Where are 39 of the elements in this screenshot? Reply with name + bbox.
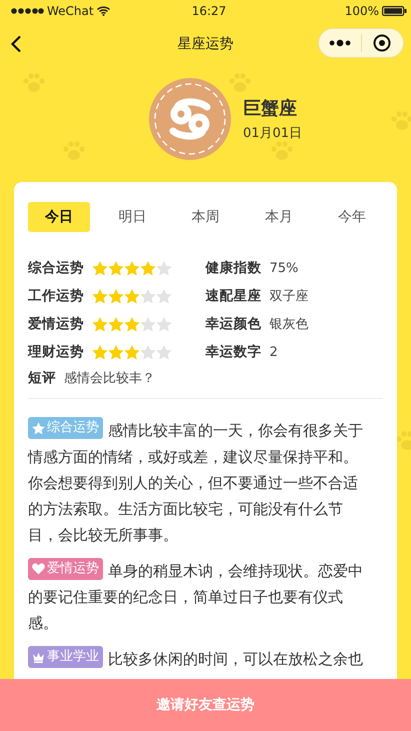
period-tab[interactable]: 本月: [248, 202, 310, 232]
fact-value: 2: [270, 344, 278, 360]
tag-label: 综合运势: [47, 419, 99, 437]
rating-label: 工作运势: [28, 287, 84, 305]
page-title: 星座运势: [178, 35, 234, 53]
period-tab[interactable]: 明日: [101, 202, 164, 232]
fact-label: 健康指数: [206, 259, 262, 277]
sign-date: 01月01日: [242, 125, 302, 142]
back-icon[interactable]: [8, 33, 24, 55]
period-tab[interactable]: 本周: [174, 202, 236, 232]
carrier-text: WeChat: [47, 4, 94, 18]
fortune-paragraph: 爱情运势 单身的稍显木讷，会维持现状。恋爱中的要记住重要的纪念日，简单过日子也要有仪式感。: [28, 558, 367, 636]
heart-icon: [32, 562, 45, 574]
fact-value: 银灰色: [270, 316, 308, 333]
star-icon: [32, 422, 45, 434]
battery-icon: [382, 6, 407, 16]
tag-label: 爱情运势: [47, 560, 99, 578]
fact-label: 幸运颜色: [206, 315, 262, 333]
fact-value: 75%: [270, 260, 298, 276]
wifi-icon: [96, 6, 110, 16]
review-label: 短评: [28, 369, 56, 387]
zodiac-icon: [148, 78, 231, 160]
review-text: 感情会比较丰？: [64, 370, 155, 387]
rating-label: 爱情运势: [28, 315, 84, 333]
sign-name: 巨蟹座: [242, 97, 298, 120]
tag-label: 事业学业: [47, 648, 99, 666]
period-tab[interactable]: 今年: [321, 202, 383, 232]
rating-label: 综合运势: [28, 259, 84, 277]
fortune-paragraph: 事业学业 比较多休闲的时间，可以在放松之余也: [28, 646, 367, 672]
fortune-paragraph: 综合运势 感情比较丰富的一天，你会有很多关于情感方面的情绪，或好或差，建议尽量保持平和。你会想要得到别人的关心，但不要通过一些不合适的方法索取。生活方面比较宅，可能没有什么节目，会比较无所事事。: [28, 417, 367, 548]
period-tab[interactable]: 今日: [28, 202, 90, 232]
signal-icon: [11, 8, 44, 14]
fact-label: 速配星座: [206, 287, 262, 305]
rating-label: 理财运势: [28, 343, 84, 361]
status-time: 16:27: [192, 4, 226, 18]
fact-value: 双子座: [270, 288, 308, 305]
fact-label: 幸运数字: [206, 343, 262, 361]
crown-icon: [32, 650, 45, 662]
battery-percent: 100%: [344, 4, 379, 18]
